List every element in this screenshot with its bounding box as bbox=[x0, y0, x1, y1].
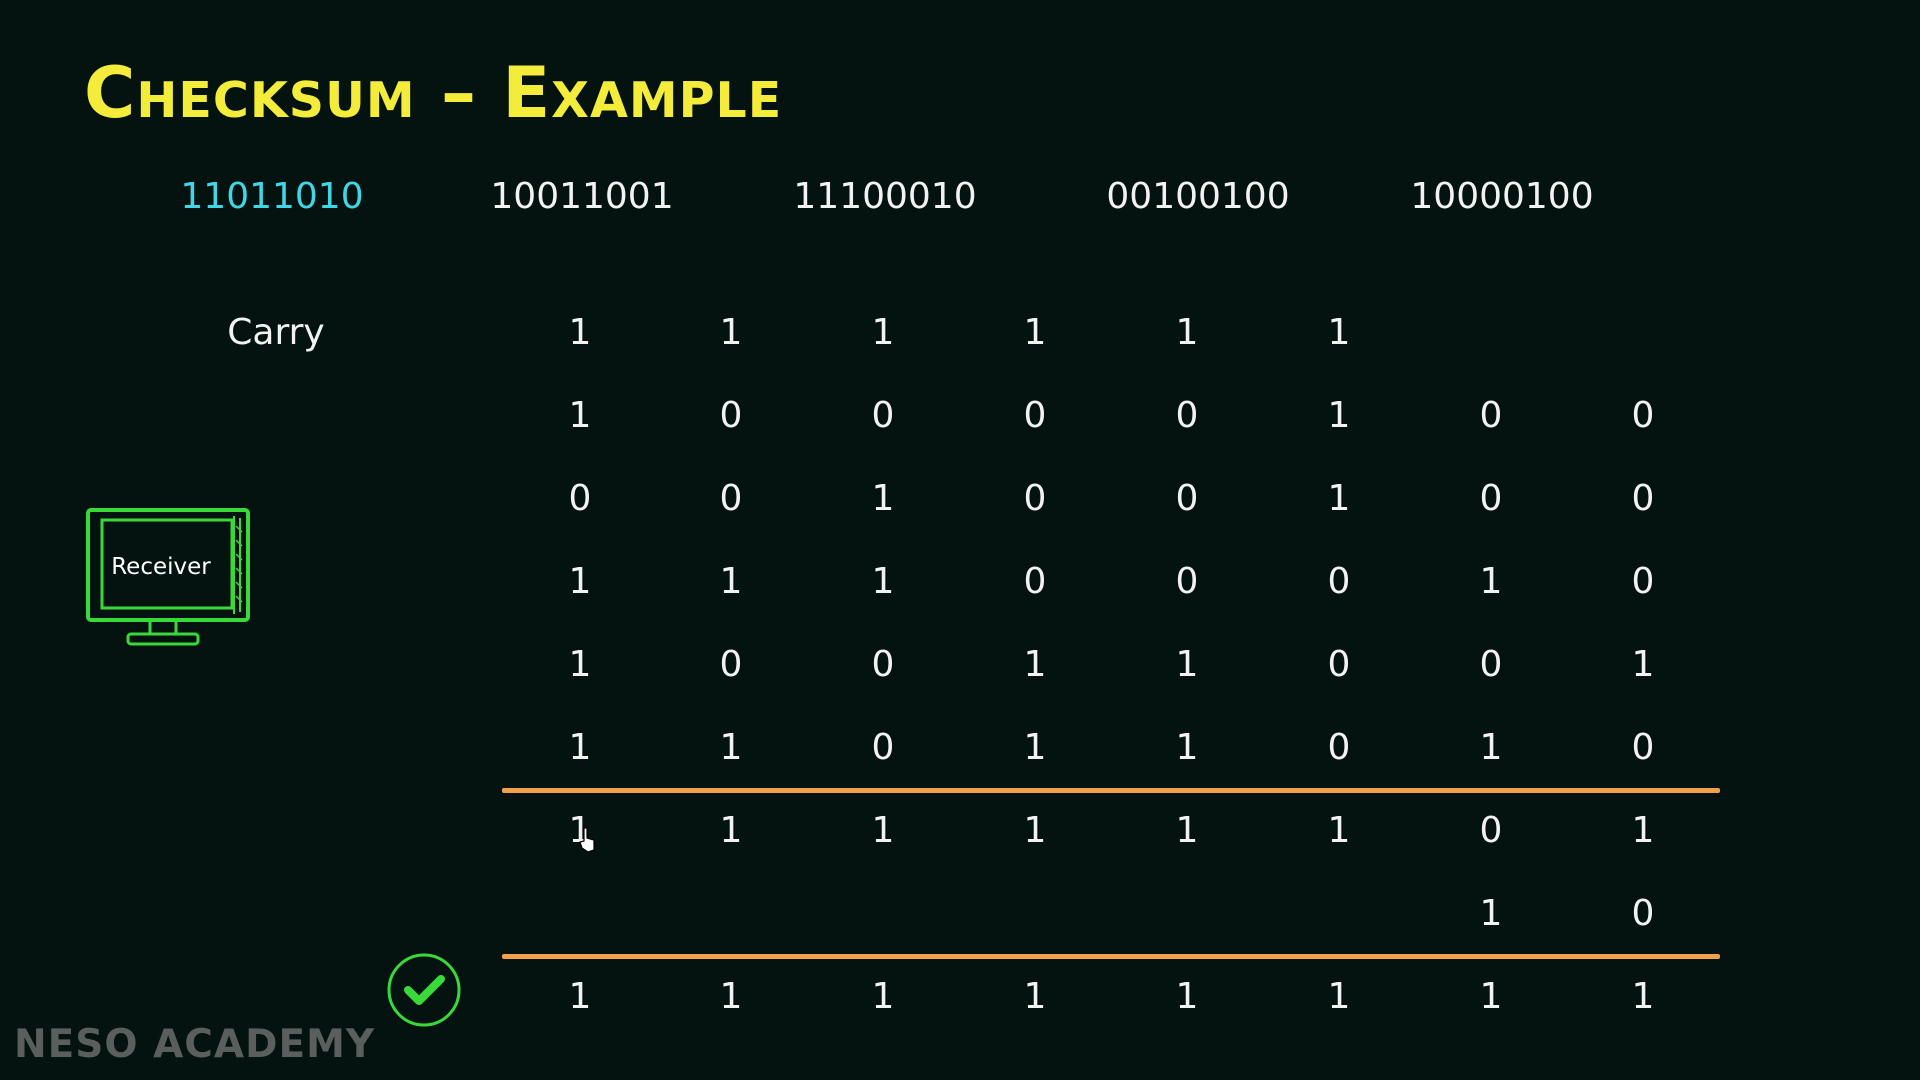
bit-digit: 1 bbox=[568, 561, 592, 602]
bit-digit: 0 bbox=[871, 644, 895, 685]
bit-digit: 0 bbox=[1175, 395, 1199, 436]
bit-digit: 0 bbox=[1327, 644, 1351, 685]
bit-digit: 0 bbox=[1479, 644, 1503, 685]
bit-digit: 0 bbox=[568, 478, 592, 519]
bit-digit: 1 bbox=[871, 976, 895, 1017]
bit-digit: 1 bbox=[1023, 644, 1047, 685]
bit-digit: 0 bbox=[1479, 810, 1503, 851]
bit-digit: 1 bbox=[1175, 644, 1199, 685]
bit-digit: 1 bbox=[1327, 312, 1351, 353]
addend-row-4: 1 0 0 1 1 0 0 1 bbox=[0, 644, 1920, 694]
bit-digit: 0 bbox=[1175, 561, 1199, 602]
bit-digit: 1 bbox=[568, 644, 592, 685]
bit-digit: 1 bbox=[1479, 561, 1503, 602]
bit-digit: 0 bbox=[1023, 395, 1047, 436]
bit-digit: 1 bbox=[871, 312, 895, 353]
carry-row: 1 1 1 1 1 1 bbox=[0, 312, 1920, 362]
bit-digit: 1 bbox=[871, 561, 895, 602]
bit-digit: 1 bbox=[719, 727, 743, 768]
addend-row-2: 0 0 1 0 0 1 0 0 bbox=[0, 478, 1920, 528]
bit-digit: 1 bbox=[1175, 727, 1199, 768]
bit-digit: 0 bbox=[871, 395, 895, 436]
addition-grid: 111111 10000100 00100100 11100010 100110… bbox=[0, 0, 1920, 1080]
checkmark-icon bbox=[386, 952, 462, 1028]
bit-digit: 1 bbox=[1327, 976, 1351, 1017]
bit-digit: 1 bbox=[1479, 727, 1503, 768]
bit-digit: 1 bbox=[1631, 976, 1655, 1017]
bit-digit: 1 bbox=[1023, 727, 1047, 768]
bit-digit: 1 bbox=[719, 810, 743, 851]
bit-digit: 1 bbox=[568, 395, 592, 436]
bit-digit: 1 bbox=[1175, 312, 1199, 353]
addend-row-3: 1 1 1 0 0 0 1 0 bbox=[0, 561, 1920, 611]
bit-digit: 1 bbox=[1023, 312, 1047, 353]
bit-digit: 0 bbox=[719, 478, 743, 519]
bit-digit: 0 bbox=[1631, 727, 1655, 768]
bit-digit: 1 bbox=[1327, 478, 1351, 519]
result-row: 1 1 1 1 1 1 1 1 bbox=[0, 976, 1920, 1026]
bit-digit: 0 bbox=[1479, 478, 1503, 519]
addend-row-5: 1 1 0 1 1 0 1 0 bbox=[0, 727, 1920, 777]
sum-row: 11111101 bbox=[0, 810, 1920, 860]
bit-digit: 0 bbox=[1479, 395, 1503, 436]
bit-digit: 1 bbox=[1175, 976, 1199, 1017]
receiver-monitor-icon: Receiver bbox=[84, 506, 256, 652]
bit-digit: 1 bbox=[1175, 810, 1199, 851]
bit-digit: 1 bbox=[568, 976, 592, 1017]
cursor-icon bbox=[578, 826, 598, 854]
bit-digit: 1 bbox=[1479, 976, 1503, 1017]
slide: Checksum – Example 11011010 10011001 111… bbox=[0, 0, 1920, 1080]
bit-digit: 0 bbox=[1023, 561, 1047, 602]
receiver-label: Receiver bbox=[111, 554, 211, 580]
bit-digit: 0 bbox=[719, 395, 743, 436]
bit-digit: 1 bbox=[719, 976, 743, 1017]
addend-row-1: 1 0 0 0 0 1 0 0 bbox=[0, 395, 1920, 445]
bit-digit: 1 bbox=[1631, 644, 1655, 685]
bit-digit: 0 bbox=[1631, 893, 1655, 934]
bit-digit: 1 bbox=[1023, 810, 1047, 851]
bit-digit: 1 bbox=[871, 478, 895, 519]
bit-digit: 0 bbox=[1631, 478, 1655, 519]
bit-digit: 0 bbox=[1327, 561, 1351, 602]
bit-digit: 0 bbox=[1631, 561, 1655, 602]
bit-digit: 0 bbox=[1023, 478, 1047, 519]
bit-digit: 0 bbox=[719, 644, 743, 685]
sum-divider-line bbox=[502, 788, 1720, 793]
bit-digit: 1 bbox=[568, 312, 592, 353]
bit-digit: 0 bbox=[1631, 395, 1655, 436]
result-divider-line bbox=[502, 954, 1720, 959]
bit-digit: 1 bbox=[1327, 395, 1351, 436]
bit-digit: 0 bbox=[1327, 727, 1351, 768]
bit-digit: 0 bbox=[1175, 478, 1199, 519]
bit-digit: 1 bbox=[568, 727, 592, 768]
bit-digit: 1 bbox=[719, 561, 743, 602]
bit-digit: 1 bbox=[1327, 810, 1351, 851]
bit-digit: 1 bbox=[719, 312, 743, 353]
bit-digit: 0 bbox=[871, 727, 895, 768]
neso-academy-logo: NESO ACADEMY bbox=[14, 1022, 376, 1067]
bit-digit: 1 bbox=[1631, 810, 1655, 851]
bit-digit: 1 bbox=[1479, 893, 1503, 934]
bit-digit: 1 bbox=[1023, 976, 1047, 1017]
bit-digit: 1 bbox=[871, 810, 895, 851]
wraparound-carry-row: 10 bbox=[0, 893, 1920, 943]
